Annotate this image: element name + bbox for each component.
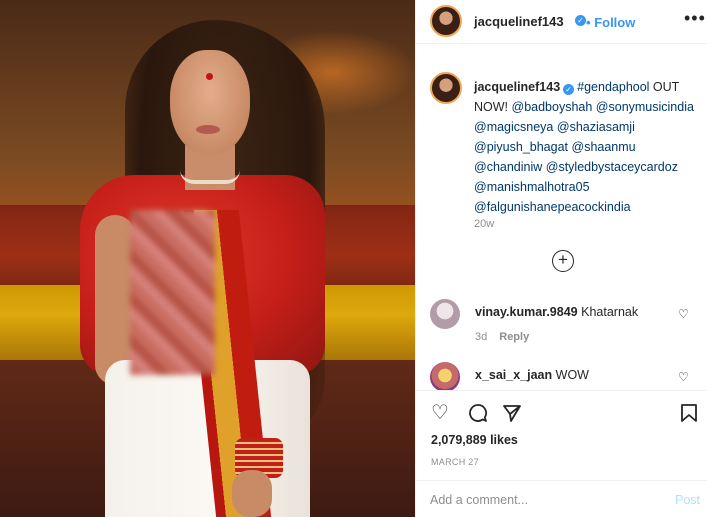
post-photo[interactable] — [0, 0, 415, 517]
post-sidebar: jacquelinef143 ✓ • Follow ••• jacqueline… — [415, 0, 707, 517]
verified-badge-icon: ✓ — [575, 15, 586, 26]
commenter-avatar[interactable] — [430, 299, 460, 329]
commenter-avatar[interactable] — [430, 362, 460, 392]
caption-hashtag[interactable]: #gendaphool — [577, 80, 649, 94]
caption-mention[interactable]: @piyush_bhagat — [474, 140, 568, 154]
post-header: jacquelinef143 ✓ • Follow ••• — [416, 0, 707, 44]
heart-icon[interactable]: ♡ — [431, 403, 449, 423]
post-caption: jacquelinef143 ✓ #gendaphool OUT NOW! @bad… — [474, 77, 702, 217]
caption-verified-badge-icon: ✓ — [563, 84, 575, 95]
comment-input[interactable] — [430, 493, 650, 507]
post-date[interactable]: MARCH 27 — [431, 457, 479, 467]
more-options-icon[interactable]: ••• — [684, 8, 706, 29]
share-icon[interactable] — [502, 403, 522, 427]
photo-necklace — [180, 170, 240, 184]
comment-like-heart-icon[interactable]: ♡ — [678, 307, 689, 321]
caption-mention[interactable]: @shaziasamji — [557, 120, 635, 134]
comment-icon[interactable] — [468, 403, 488, 427]
bookmark-icon[interactable] — [680, 403, 698, 427]
comment-text: x_sai_x_jaan WOW — [475, 368, 589, 382]
photo-blurred-region — [130, 210, 215, 375]
author-username[interactable]: jacquelinef143 — [474, 14, 564, 29]
caption-mention[interactable]: @styledbystaceycardoz — [546, 160, 678, 174]
caption-mention[interactable]: @magicsneya — [474, 120, 553, 134]
caption-username[interactable]: jacquelinef143 — [474, 80, 560, 94]
reply-button[interactable]: Reply — [499, 331, 529, 343]
follow-dot: • — [586, 15, 591, 30]
author-avatar[interactable] — [430, 5, 462, 37]
photo-hand — [232, 470, 272, 517]
comment-username[interactable]: vinay.kumar.9849 — [475, 305, 578, 319]
caption-mention[interactable]: @sonymusicindia — [596, 100, 694, 114]
photo-lips — [196, 125, 220, 134]
follow-button[interactable]: • Follow — [586, 15, 635, 30]
comment-meta: 3d Reply — [475, 331, 541, 343]
caption-mention[interactable]: @badboyshah — [512, 100, 593, 114]
caption-avatar[interactable] — [430, 72, 462, 104]
caption-mention[interactable]: @manishmalhotra05 — [474, 180, 590, 194]
comment-username[interactable]: x_sai_x_jaan — [475, 368, 552, 382]
caption-mention[interactable]: @falgunishanepeacockindia — [474, 200, 631, 214]
post-actions: ♡ 2,079,889 likes MARCH 27 — [416, 390, 707, 490]
photo-face — [170, 50, 250, 155]
post-comment-button[interactable]: Post — [675, 493, 700, 507]
caption-timestamp[interactable]: 20w — [474, 218, 494, 230]
comment-body: Khatarnak — [581, 305, 639, 319]
likes-count[interactable]: 2,079,889 likes — [431, 433, 518, 447]
caption-mention[interactable]: @chandiniw — [474, 160, 542, 174]
follow-label: Follow — [594, 15, 636, 30]
plus-circle-icon[interactable]: + — [552, 250, 574, 272]
add-comment-bar: Post — [416, 480, 707, 517]
comment-like-heart-icon[interactable]: ♡ — [678, 370, 689, 384]
comment-age[interactable]: 3d — [475, 331, 487, 343]
caption-mention[interactable]: @shaanmu — [572, 140, 636, 154]
photo-bindi — [206, 73, 213, 80]
comment-body: WOW — [555, 368, 589, 382]
comment-text: vinay.kumar.9849 Khatarnak — [475, 305, 638, 319]
